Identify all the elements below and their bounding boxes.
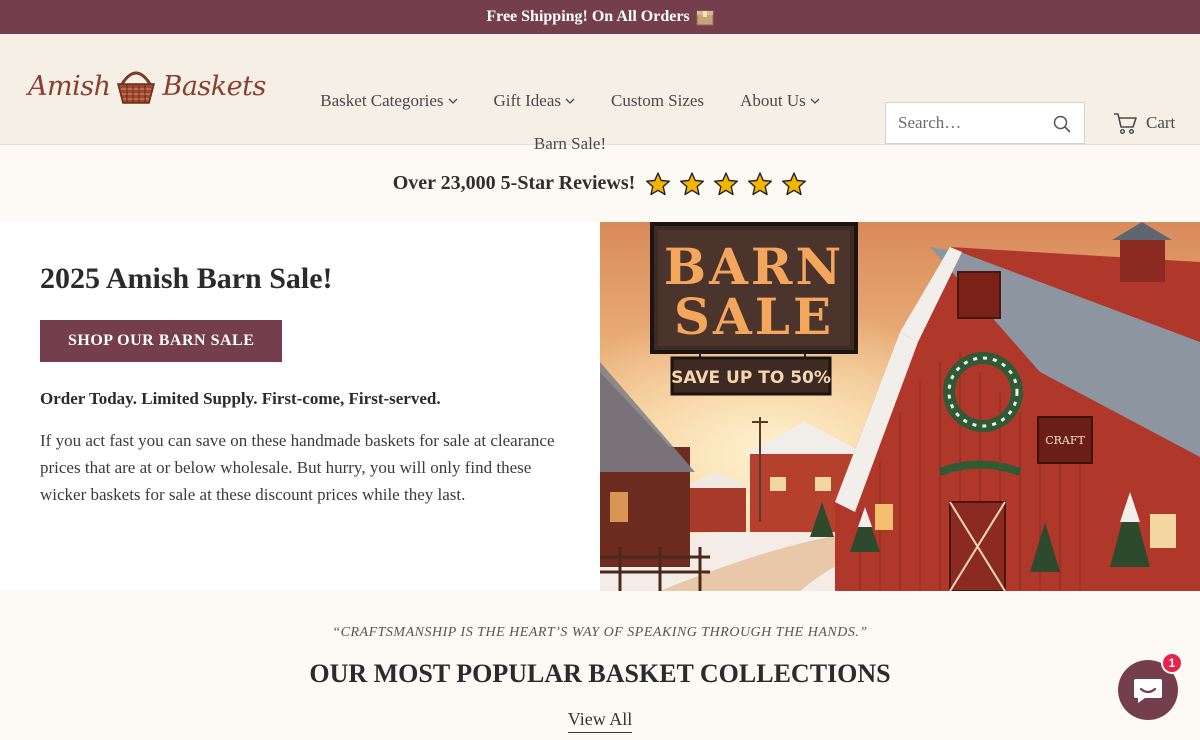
nav-row-2: Barn Sale! [290, 131, 850, 157]
basket-logo-icon [117, 71, 156, 104]
nav-custom-sizes[interactable]: Custom Sizes [611, 88, 704, 114]
hero-body: If you act fast you can save on these ha… [40, 431, 555, 504]
box-icon [696, 8, 714, 26]
nav-label: About Us [740, 91, 806, 110]
barn-sale-sign: BARN SALE SAVE UP TO 50% [650, 222, 858, 396]
nav-label: Barn Sale! [533, 134, 607, 153]
hero-subhead: Order Today. Limited Supply. First-come,… [40, 389, 441, 408]
reviews-text: Over 23,000 5-Star Reviews! [392, 172, 636, 194]
search-icon[interactable] [1052, 114, 1072, 134]
hero-text-panel: 2025 Amish Barn Sale! SHOP OUR BARN SALE… [0, 222, 600, 591]
star-icon [748, 171, 773, 195]
cart-label: Cart [1146, 113, 1176, 132]
hero-section: 2025 Amish Barn Sale! SHOP OUR BARN SALE… [0, 222, 1200, 591]
star-icon [680, 171, 705, 195]
site-logo[interactable]: Amish Baskets [28, 66, 266, 106]
nav-basket-categories[interactable]: Basket Categories [320, 88, 457, 114]
craftsmanship-quote: “CRAFTSMANSHIP IS THE HEART’S WAY OF SPE… [332, 625, 868, 640]
logo-word-1: Amish [28, 70, 111, 102]
barn-scene-illustration: CRAFT BARN SALE SAVE UP TO 50% [600, 222, 1200, 591]
search-input[interactable] [898, 113, 1048, 133]
main-nav: Basket Categories Gift Ideas Custom Size… [290, 88, 850, 157]
site-header: Amish Baskets Basket Categories Gift Ide… [0, 34, 1200, 153]
chevron-down-icon [448, 98, 457, 104]
star-icon [646, 171, 671, 195]
collections-title: OUR MOST POPULAR BASKET COLLECTIONS [309, 659, 891, 688]
announcement-text: Free Shipping! On All Orders [486, 8, 690, 25]
nav-about-us[interactable]: About Us [740, 88, 820, 114]
chat-bubble-icon [1134, 679, 1162, 703]
search-box [885, 102, 1085, 144]
nav-label: Custom Sizes [611, 91, 705, 110]
chevron-down-icon [810, 98, 820, 104]
sign-line-2: SALE [674, 287, 834, 346]
nav-label: Basket Categories [320, 91, 444, 110]
star-rating [645, 171, 807, 197]
nav-label: Gift Ideas [493, 91, 562, 110]
view-all-link[interactable]: View All [567, 709, 633, 733]
star-icon [782, 171, 807, 195]
chevron-down-icon [565, 98, 575, 104]
barn-sale-image[interactable]: CRAFT BARN SALE SAVE UP TO 50% [600, 222, 1200, 591]
barn-sign-text: CRAFT [1045, 434, 1085, 447]
star-icon [714, 171, 739, 195]
logo-word-2: Baskets [162, 70, 266, 102]
announcement-bar: Free Shipping! On All Orders [0, 0, 1200, 34]
nav-barn-sale[interactable]: Barn Sale! [534, 131, 606, 157]
sign-banner: SAVE UP TO 50% [671, 368, 831, 388]
cart-link[interactable]: Cart [1112, 110, 1175, 136]
cart-icon [1114, 113, 1137, 135]
nav-row-1: Basket Categories Gift Ideas Custom Size… [290, 88, 850, 114]
hero-title: 2025 Amish Barn Sale! [40, 262, 333, 295]
collections-section: “CRAFTSMANSHIP IS THE HEART’S WAY OF SPE… [0, 591, 1200, 740]
shop-barn-sale-button[interactable]: SHOP OUR BARN SALE [40, 320, 283, 362]
nav-gift-ideas[interactable]: Gift Ideas [494, 88, 576, 114]
chat-notification-badge: 1 [1161, 652, 1183, 674]
